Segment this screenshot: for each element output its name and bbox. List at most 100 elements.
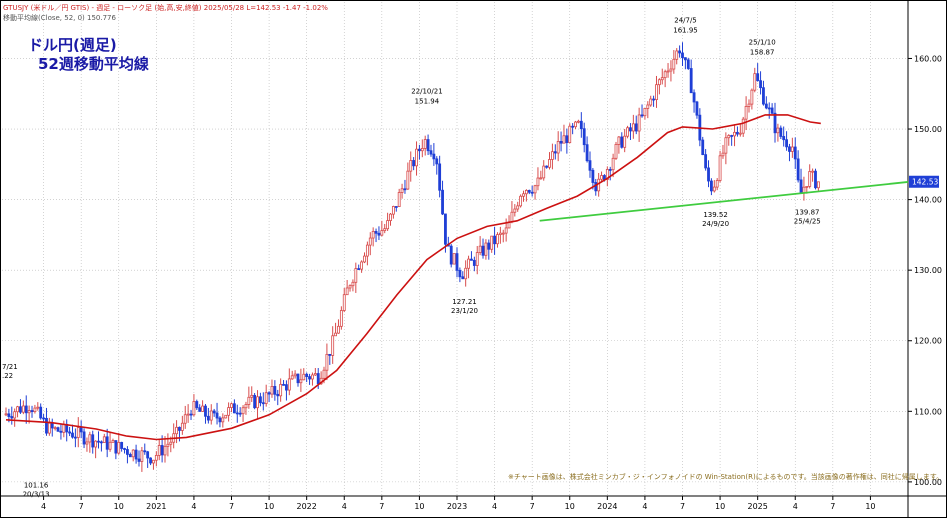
chart-subtitle: 52週移動平均線 — [38, 55, 149, 73]
candle-down — [123, 448, 126, 450]
candle-up — [646, 104, 650, 109]
candle-down — [412, 160, 416, 167]
candle-up — [27, 410, 31, 414]
annotation-date: 24/7/5 — [674, 17, 697, 25]
candle-down — [594, 182, 598, 192]
candle-up — [108, 441, 112, 450]
candle-down — [582, 128, 586, 146]
candle-down — [585, 144, 589, 162]
candle-up — [498, 232, 502, 235]
candle-up — [519, 195, 523, 207]
candle-up — [322, 369, 326, 379]
candle-up — [250, 394, 254, 398]
candle-down — [591, 169, 595, 183]
last-price-label: 142.53 — [912, 178, 938, 187]
candle-down — [773, 112, 777, 134]
x-tick-label: 7 — [530, 502, 535, 511]
candle-down — [707, 167, 710, 182]
candle-up — [290, 375, 294, 380]
candle-up — [293, 373, 297, 377]
candle-up — [715, 180, 719, 188]
candle-up — [351, 281, 355, 287]
candle-up — [183, 414, 187, 424]
y-tick-label: 150.00 — [914, 125, 942, 134]
x-tick-label: 2024 — [597, 502, 617, 511]
candle-down — [238, 412, 242, 415]
candle-up — [180, 422, 184, 431]
candle-up — [415, 148, 418, 167]
candle-down — [796, 158, 800, 181]
chart-frame — [0, 0, 947, 518]
candle-up — [21, 405, 25, 413]
candle-up — [623, 135, 627, 148]
candle-down — [143, 450, 147, 453]
candle-down — [120, 441, 124, 449]
candle-down — [282, 383, 285, 386]
x-tick-label: 7 — [79, 502, 84, 511]
candle-up — [256, 396, 259, 409]
candle-down — [435, 158, 439, 165]
candle-up — [542, 165, 546, 179]
candle-down — [736, 131, 739, 135]
candle-down — [71, 432, 74, 438]
annotation-value: 127.21 — [452, 298, 477, 306]
candle-up — [221, 417, 225, 423]
annotation-date: 24/9/20 — [702, 220, 729, 228]
chart-window: 100.00 110.00 120.00 130.00 140.00 150.00 160.… — [0, 0, 947, 518]
candle-down — [441, 189, 444, 215]
candle-up — [721, 152, 725, 157]
y-tick-label: 110.00 — [914, 407, 942, 416]
candle-down — [59, 430, 63, 433]
candle-up — [152, 459, 155, 464]
candle-up — [279, 383, 283, 397]
candle-up — [131, 449, 135, 458]
y-tick-label: 130.00 — [914, 266, 942, 275]
candle-down — [767, 107, 771, 110]
candle-up — [718, 155, 722, 181]
candle-up — [76, 427, 80, 438]
annotation-value: 158.87 — [750, 48, 775, 56]
candle-down — [128, 454, 132, 458]
candle-down — [788, 146, 791, 152]
edge-label-value: .22 — [2, 372, 13, 380]
candle-down — [377, 232, 381, 236]
candle-up — [524, 190, 528, 195]
candle-down — [195, 401, 199, 409]
candle-down — [458, 269, 462, 278]
candle-up — [270, 386, 274, 395]
candle-up — [533, 185, 537, 194]
candle-down — [403, 188, 407, 191]
candle-up — [655, 84, 658, 101]
candle-up — [264, 392, 268, 404]
x-tick-label: 7 — [229, 502, 234, 511]
candle-down — [258, 396, 262, 404]
candle-down — [579, 120, 583, 130]
candle-up — [409, 160, 413, 172]
candle-up — [452, 253, 456, 265]
candle-up — [192, 401, 196, 416]
candle-up — [397, 192, 401, 207]
candle-down — [704, 154, 708, 169]
candle-down — [308, 376, 311, 380]
candle-down — [50, 422, 54, 429]
y-tick-label: 160.00 — [914, 54, 942, 63]
x-tick-label: 2023 — [447, 502, 467, 511]
candle-up — [339, 310, 343, 327]
candle-up — [510, 211, 514, 223]
candle-down — [686, 59, 690, 69]
candle-down — [432, 153, 436, 160]
candle-down — [695, 101, 699, 116]
candle-down — [198, 407, 202, 412]
candle-down — [79, 427, 83, 433]
candle-down — [285, 384, 288, 391]
candle-down — [97, 440, 100, 443]
candle-up — [475, 252, 479, 266]
candle-down — [82, 431, 86, 445]
candle-up — [299, 379, 303, 384]
candle-up — [380, 230, 384, 236]
candle-down — [328, 353, 332, 356]
candle-down — [134, 449, 138, 460]
candle-up — [724, 137, 728, 154]
candle-down — [620, 136, 624, 148]
candle-up — [478, 245, 482, 253]
